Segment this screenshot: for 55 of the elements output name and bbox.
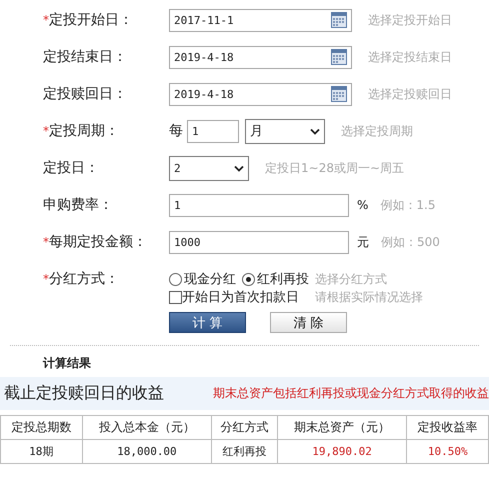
date-field[interactable]: 2019-4-18 [169, 46, 352, 68]
hint-text: 选择定投赎回日 [368, 86, 452, 102]
column-header: 定投收益率 [406, 416, 488, 440]
day-select[interactable]: 2 [169, 156, 249, 180]
input-field[interactable]: 1 [169, 194, 349, 216]
table-cell: 10.50% [406, 440, 488, 464]
field-label: 每期定投金额： [49, 233, 147, 251]
field-label: 定投赎回日： [43, 85, 127, 103]
field-label: 定投周期： [49, 122, 119, 140]
table-cell: 红利再投 [212, 440, 278, 464]
clear-button[interactable]: 清 除 [270, 312, 347, 333]
date-field[interactable]: 2019-4-18 [169, 82, 352, 106]
hint-text: 选择定投周期 [341, 122, 413, 140]
column-header: 期末总资产（元） [277, 416, 407, 440]
result-note: 期末总资产包括红利再投或现金分红方式取得的收益 [213, 385, 489, 402]
radio-option[interactable]: 现金分红 [169, 270, 236, 288]
chevron-icon [310, 128, 320, 134]
hint-text: 请根据实际情况选择 [315, 288, 423, 306]
date-field[interactable]: 2017-11-1 [169, 8, 352, 32]
calculate-button[interactable]: 计 算 [169, 312, 246, 333]
hint-text: 例如：1.5 [380, 196, 436, 214]
required-asterisk: * [43, 235, 49, 249]
field-label: 定投结束日： [43, 48, 127, 66]
checkbox[interactable]: 开始日为首次扣款日 [169, 288, 299, 306]
calendar-icon[interactable] [331, 12, 347, 28]
unit-text: 元 [357, 234, 369, 250]
column-header: 分红方式 [212, 416, 278, 440]
section-title: 计算结果 [42, 355, 92, 372]
table-cell: 18期 [0, 440, 82, 464]
unit-text: % [357, 198, 368, 212]
hint-text: 例如：500 [381, 234, 440, 250]
table-cell: 18,000.00 [82, 440, 212, 464]
number-field[interactable]: 1 [187, 120, 239, 142]
required-asterisk: * [43, 272, 49, 286]
field-label: 分红方式： [49, 270, 119, 288]
hint-text: 选择分红方式 [315, 270, 387, 288]
prefix-text: 每 [169, 122, 183, 140]
field-label: 定投开始日： [49, 11, 133, 29]
input-field[interactable]: 1000 [169, 230, 349, 254]
unit-select[interactable]: 月 [245, 118, 325, 144]
table-cell: 19,890.02 [277, 440, 407, 464]
column-header: 投入总本金（元） [82, 416, 212, 440]
result-subtitle: 截止定投赎回日的收益 [4, 383, 164, 404]
calendar-icon[interactable] [331, 86, 347, 102]
calendar-icon[interactable] [331, 49, 347, 65]
field-label: 申购费率： [43, 196, 113, 214]
hint-text: 选择定投结束日 [368, 48, 452, 66]
required-asterisk: * [43, 124, 49, 138]
column-header: 定投总期数 [0, 416, 82, 440]
radio-option[interactable]: 红利再投 [242, 270, 309, 288]
hint-text: 选择定投开始日 [368, 12, 452, 28]
hint-text: 定投日1~28或周一~周五 [265, 160, 404, 176]
chevron-icon [234, 164, 244, 172]
field-label: 定投日： [43, 159, 99, 177]
required-asterisk: * [43, 13, 49, 27]
